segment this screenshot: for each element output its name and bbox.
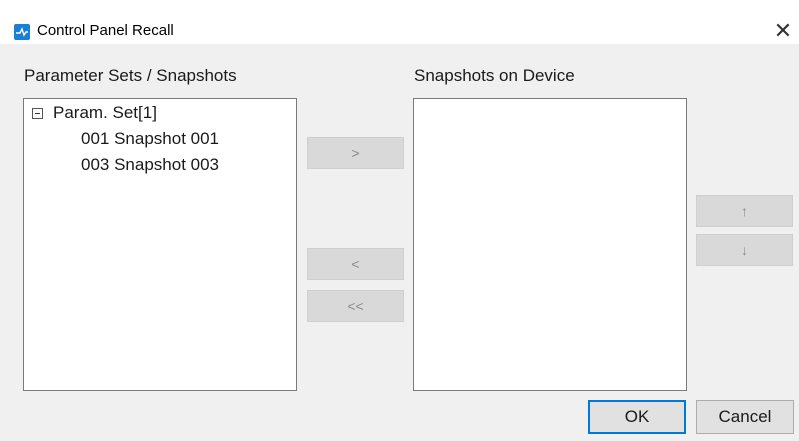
tree-item-snapshot-003[interactable]: 003 Snapshot 003	[81, 155, 219, 175]
add-button[interactable]: >	[307, 137, 404, 169]
tree-node-param-set[interactable]: Param. Set[1]	[32, 103, 157, 123]
title-bar: Control Panel Recall ✕	[0, 0, 799, 44]
ok-button[interactable]: OK	[588, 400, 686, 434]
collapse-icon[interactable]	[32, 107, 43, 119]
parameter-sets-label: Parameter Sets / Snapshots	[24, 66, 237, 85]
app-logo-icon	[14, 24, 30, 40]
snapshots-on-device-label: Snapshots on Device	[414, 66, 575, 85]
parameter-sets-tree[interactable]: Param. Set[1] 001 Snapshot 001 003 Snaps…	[23, 98, 297, 391]
remove-all-button[interactable]: <<	[307, 290, 404, 322]
move-up-button[interactable]: ↑	[696, 195, 793, 227]
snapshots-on-device-list[interactable]	[413, 98, 687, 391]
close-icon[interactable]: ✕	[770, 18, 796, 44]
window-title: Control Panel Recall	[37, 22, 174, 39]
cancel-button[interactable]: Cancel	[696, 400, 794, 434]
tree-node-label: Param. Set[1]	[53, 103, 157, 122]
remove-button[interactable]: <	[307, 248, 404, 280]
move-down-button[interactable]: ↓	[696, 234, 793, 266]
tree-item-snapshot-001[interactable]: 001 Snapshot 001	[81, 129, 219, 149]
